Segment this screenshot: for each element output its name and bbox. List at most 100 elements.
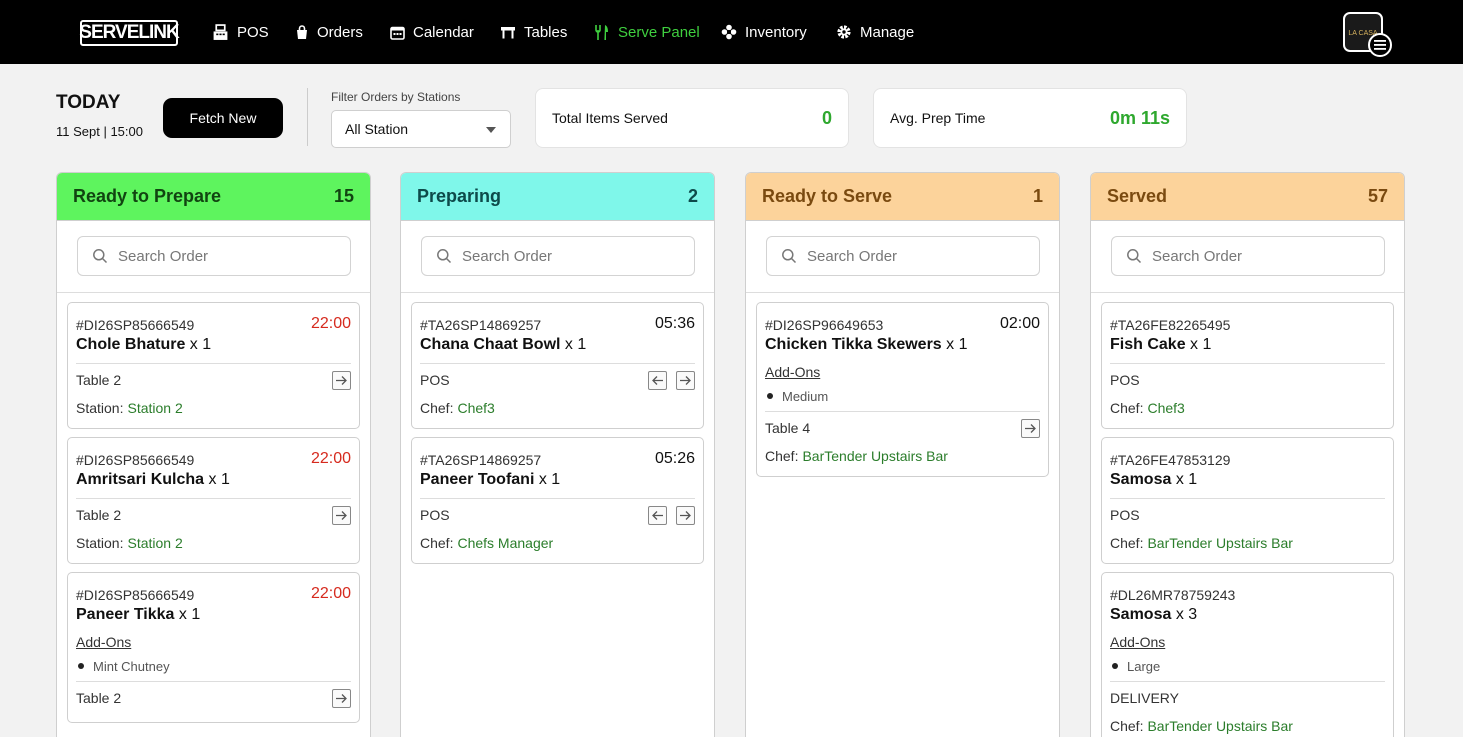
move-controls xyxy=(332,505,351,525)
move-right-icon[interactable] xyxy=(332,505,351,525)
move-right-icon[interactable] xyxy=(332,688,351,708)
meta-label: Station: xyxy=(76,535,124,551)
hamburger-icon xyxy=(1374,40,1386,50)
meta-value: BarTender Upstairs Bar xyxy=(802,448,948,464)
today-label: TODAY xyxy=(56,92,121,113)
order-meta-row: Chef: BarTender Upstairs Bar xyxy=(765,444,1040,468)
order-source: DELIVERY xyxy=(1110,690,1179,706)
search-placeholder: Search Order xyxy=(1152,247,1243,265)
order-id: #DL26MR78759243 xyxy=(1110,587,1236,603)
search-order-input[interactable]: Search Order xyxy=(421,236,695,276)
column-count: 1 xyxy=(1032,186,1043,206)
item-name: Paneer Tikka xyxy=(76,606,175,623)
fetch-new-button[interactable]: Fetch New xyxy=(163,98,283,138)
search-icon xyxy=(1127,249,1142,264)
item-line: Chana Chaat Bowl x 1 xyxy=(420,333,695,359)
item-name: Amritsari Kulcha xyxy=(76,471,205,488)
column-count: 15 xyxy=(333,186,354,206)
order-card[interactable]: #TA26FE82265495 Fish Cake x 1 POS Chef: Chef… xyxy=(1101,302,1394,429)
order-card-top: #DI26SP85666549 22:00 xyxy=(76,573,351,603)
move-left-icon[interactable] xyxy=(648,505,667,525)
addon-text: Large xyxy=(1127,658,1161,674)
meta-value: Chefs Manager xyxy=(457,535,554,551)
meta-value: BarTender Upstairs Bar xyxy=(1147,535,1293,551)
search-placeholder: Search Order xyxy=(807,247,898,265)
order-list: #TA26SP14869257 05:36 Chana Chaat Bowl x 1… xyxy=(401,293,714,564)
addons-label[interactable]: Add-Ons xyxy=(765,359,1040,385)
item-qty: x 1 xyxy=(946,336,968,353)
menu-toggle[interactable] xyxy=(1368,33,1392,57)
search-area: Search Order xyxy=(57,221,370,293)
table-icon xyxy=(501,26,515,38)
nav-manage[interactable]: Manage xyxy=(836,21,914,43)
meta-value: BarTender Upstairs Bar xyxy=(1147,718,1293,734)
move-left-icon[interactable] xyxy=(648,370,667,390)
order-card[interactable]: #DI26SP85666549 22:00 Chole Bhature x 1 Tab… xyxy=(67,302,360,429)
nav-tables[interactable]: Tables xyxy=(500,21,567,43)
addons-label[interactable]: Add-Ons xyxy=(76,629,351,655)
addons-label[interactable]: Add-Ons xyxy=(1110,629,1385,655)
bag-icon xyxy=(297,24,307,39)
total-items-label: Total Items Served xyxy=(552,110,668,126)
nav-calendar[interactable]: Calendar xyxy=(390,21,474,43)
meta-label: Chef: xyxy=(1110,400,1144,416)
order-timer: 22:00 xyxy=(310,315,351,332)
nav-serve-panel[interactable]: Serve Panel xyxy=(594,21,700,43)
order-card-top: #TA26SP14869257 05:26 xyxy=(420,438,695,468)
column-header: Served 57 xyxy=(1091,173,1404,221)
meta-label: Station: xyxy=(76,400,124,416)
nav-inventory[interactable]: Inventory xyxy=(721,21,807,43)
meta-value: Station 2 xyxy=(127,400,183,416)
order-card[interactable]: #TA26SP14869257 05:26 Paneer Toofani x 1 PO… xyxy=(411,437,704,564)
column-title: Ready to Prepare xyxy=(73,186,222,206)
meta-value: Chef3 xyxy=(457,400,495,416)
station-filter-select[interactable]: All Station xyxy=(331,110,511,148)
servelink-logo[interactable]: SERVELINK xyxy=(79,20,180,46)
order-source-row: Table 2 xyxy=(76,682,351,714)
item-line: Samosa x 3 xyxy=(1110,603,1385,629)
addon-text: Medium xyxy=(782,388,829,404)
order-card[interactable]: #DL26MR78759243 Samosa x 3 Add-Ons Large DEL… xyxy=(1101,572,1394,737)
order-card[interactable]: #TA26FE47853129 Samosa x 1 POS Chef: BarTend… xyxy=(1101,437,1394,564)
order-source-row: Table 4 xyxy=(765,412,1040,444)
column-header: Ready to Serve 1 xyxy=(746,173,1059,221)
search-area: Search Order xyxy=(401,221,714,293)
addon-item: Large xyxy=(1110,655,1385,677)
order-card[interactable]: #TA26SP14869257 05:36 Chana Chaat Bowl x 1… xyxy=(411,302,704,429)
move-right-icon[interactable] xyxy=(676,505,695,525)
order-source: POS xyxy=(420,507,450,523)
item-line: Chole Bhature x 1 xyxy=(76,333,351,359)
search-order-input[interactable]: Search Order xyxy=(1111,236,1385,276)
order-card[interactable]: #DI26SP85666549 22:00 Paneer Tikka x 1 Add-… xyxy=(67,572,360,723)
addon-item: Medium xyxy=(765,385,1040,407)
order-timer: 22:00 xyxy=(310,585,351,602)
column-title: Served xyxy=(1107,186,1168,206)
order-source: Table 2 xyxy=(76,507,122,523)
move-right-icon[interactable] xyxy=(676,370,695,390)
order-source-row: DELIVERY xyxy=(1110,682,1385,714)
search-icon xyxy=(782,249,797,264)
order-source-row: Table 2 xyxy=(76,499,351,531)
order-list: #DI26SP96649653 02:00 Chicken Tikka Skewer… xyxy=(746,293,1059,477)
order-card[interactable]: #DI26SP96649653 02:00 Chicken Tikka Skewer… xyxy=(756,302,1049,477)
move-right-icon[interactable] xyxy=(332,370,351,390)
item-name: Chana Chaat Bowl xyxy=(420,336,561,353)
nav-orders[interactable]: Orders xyxy=(295,21,363,43)
move-controls xyxy=(1021,418,1040,438)
search-order-input[interactable]: Search Order xyxy=(766,236,1040,276)
order-list: #DI26SP85666549 22:00 Chole Bhature x 1 Tab… xyxy=(57,293,370,723)
order-card[interactable]: #DI26SP85666549 22:00 Amritsari Kulcha x 1… xyxy=(67,437,360,564)
nav-orders-label: Orders xyxy=(317,23,363,41)
item-line: Paneer Tikka x 1 xyxy=(76,603,351,629)
move-controls xyxy=(648,505,695,525)
order-source: Table 2 xyxy=(76,372,122,388)
nav-pos[interactable]: POS xyxy=(212,21,269,43)
order-meta-row: Chef: Chef3 xyxy=(420,396,695,420)
move-controls xyxy=(332,370,351,390)
meta-value: Chef3 xyxy=(1147,400,1185,416)
search-order-input[interactable]: Search Order xyxy=(77,236,351,276)
column-count: 2 xyxy=(687,186,698,206)
move-right-icon[interactable] xyxy=(1021,418,1040,438)
item-name: Samosa xyxy=(1110,606,1172,623)
item-name: Samosa xyxy=(1110,471,1172,488)
